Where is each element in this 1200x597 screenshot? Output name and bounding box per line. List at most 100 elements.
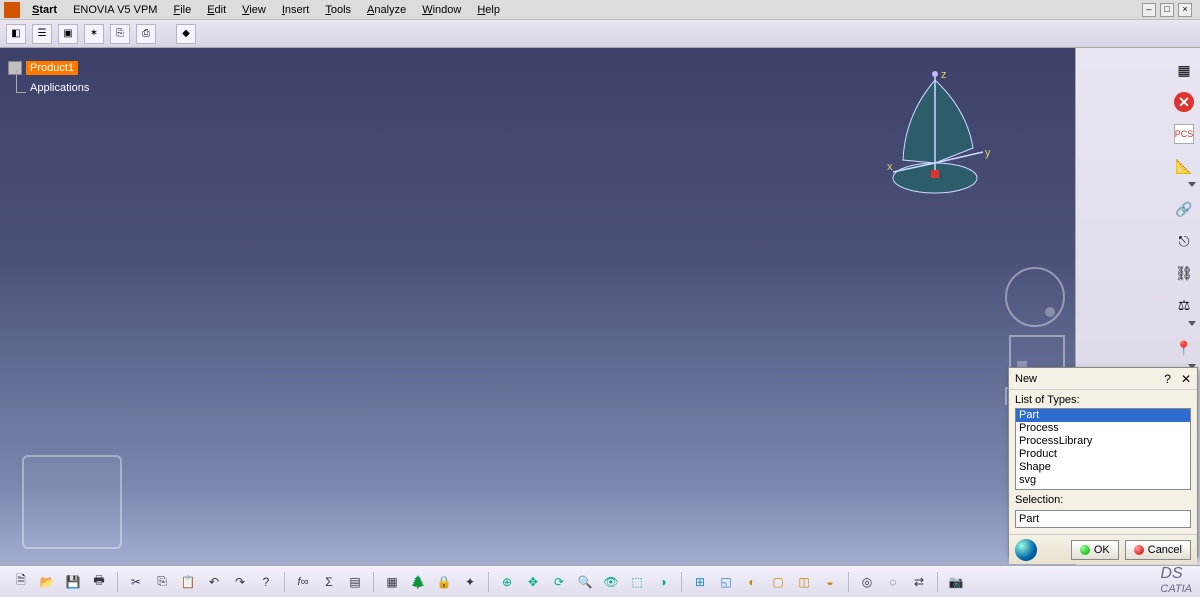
open-icon[interactable]: 📂 [36,571,58,593]
menu-tools[interactable]: ToolsTools [317,2,359,18]
grid-icon[interactable]: ▦ [381,571,403,593]
stop-icon[interactable]: ✕ [1174,92,1194,112]
cancel-dot-icon [1134,545,1144,555]
hlr-icon[interactable]: ◫ [793,571,815,593]
selection-input[interactable] [1015,510,1191,528]
menu-edit[interactable]: EditEdit [199,2,234,18]
axis-y-label: y [985,147,991,159]
compass[interactable]: z y x [865,60,1015,210]
spec-tree: Product1 Applications [8,58,89,94]
iso-icon[interactable]: ◱ [715,571,737,593]
dropdown-icon-2[interactable] [1188,321,1196,326]
ok-dot-icon [1080,545,1090,555]
menu-window[interactable]: WindowWindow [414,2,469,18]
lock-icon[interactable]: 🔒 [433,571,455,593]
product-icon [8,61,22,75]
chain-icon[interactable]: ⛓ [1174,263,1194,283]
tool-icon-5[interactable]: ⎘ [110,24,130,44]
tool-icon-7[interactable]: ◆ [176,24,196,44]
link-icon[interactable]: 🔗 [1174,199,1194,219]
zoom-window-icon[interactable]: ⬚ [626,571,648,593]
menu-view[interactable]: ViewView [234,2,274,18]
ds-catia-logo: DSCATIA [1160,565,1192,595]
dialog-titlebar[interactable]: New ? ✕ [1009,368,1197,390]
measure-icon[interactable]: 📐 [1174,156,1194,176]
tool-icon-6[interactable]: ⎙ [136,24,156,44]
wireframe-icon[interactable]: ▢ [767,571,789,593]
axis-z-label: z [941,69,947,81]
new-icon[interactable]: 🗎 [10,571,32,593]
material-icon[interactable]: ◒ [819,571,841,593]
menu-start[interactable]: SStarttart [24,2,65,18]
list-item[interactable]: Part [1016,409,1190,422]
cut-icon[interactable]: ✂ [125,571,147,593]
menu-file[interactable]: FileFile [165,2,199,18]
shading-icon[interactable]: ◐ [741,571,763,593]
ok-button[interactable]: OK [1071,540,1119,560]
window-close-icon[interactable]: × [1178,3,1192,17]
tool-icon-2[interactable]: ☰ [32,24,52,44]
table-icon[interactable]: ▤ [344,571,366,593]
bottom-toolbar: 🗎 📂 💾 🖶 ✂ ⎘ 📋 ↶ ↷ ? f∞ Σ ▤ ▦ 🌲 🔒 ✦ ⊕ ✥ ⟳… [0,565,1200,597]
types-listbox[interactable]: Part Process ProcessLibrary Product Shap… [1015,408,1191,490]
window-minimize-icon[interactable]: – [1142,3,1156,17]
redo-icon[interactable]: ↷ [229,571,251,593]
pcs-icon[interactable]: PCS [1174,124,1194,144]
fx-icon[interactable]: f∞ [292,571,314,593]
print-icon[interactable]: 🖶 [88,571,110,593]
hide-icon[interactable]: ◌ [882,571,904,593]
tool-icon-1[interactable]: ◧ [6,24,26,44]
selection-label: Selection: [1015,494,1191,506]
thumbnail-preview[interactable] [22,455,122,549]
undo-icon[interactable]: ↶ [203,571,225,593]
dropdown-icon[interactable] [1188,182,1196,187]
sigma-icon[interactable]: Σ [318,571,340,593]
menu-insert[interactable]: InsertInsert [274,2,318,18]
nav-sphere-icon[interactable] [1005,267,1065,327]
menu-enovia[interactable]: ENOVIA V5 VPM [65,2,165,18]
balance-icon[interactable]: ⚖ [1174,295,1194,315]
new-dialog: New ? ✕ List of Types: Part Process Proc… [1008,367,1198,557]
menu-help[interactable]: HelpHelp [469,2,508,18]
top-toolbar: ◧ ☰ ▣ ✶ ⎘ ⎙ ◆ [0,20,1200,48]
camera-icon[interactable]: 📷 [945,571,967,593]
save-icon[interactable]: 💾 [62,571,84,593]
copy-icon[interactable]: ⎘ [151,571,173,593]
list-item[interactable]: Shape [1016,461,1190,474]
render-icon[interactable]: ◎ [856,571,878,593]
normal-view-icon[interactable]: ◑ [652,571,674,593]
list-item[interactable]: svg [1016,474,1190,487]
help-pointer-icon[interactable]: ? [255,571,277,593]
fit-all-icon[interactable]: ⊕ [496,571,518,593]
globe-icon [1015,539,1037,561]
dialog-help-icon[interactable]: ? [1164,372,1171,386]
pan-icon[interactable]: ✥ [522,571,544,593]
axis-icon[interactable]: ✦ [459,571,481,593]
list-item[interactable]: Product [1016,448,1190,461]
look-icon[interactable]: 👁 [600,571,622,593]
list-of-types-label: List of Types: [1015,394,1191,406]
app-switcher-icon[interactable]: ▦ [1174,60,1194,80]
tree-applications[interactable]: Applications [30,82,89,94]
menu-analyze[interactable]: AnalyzeAnalyze [359,2,414,18]
start-icon [4,2,20,18]
multi-view-icon[interactable]: ⊞ [689,571,711,593]
tree-icon[interactable]: 🌲 [407,571,429,593]
connect-icon[interactable]: ⎋ [1174,231,1194,251]
probe-icon[interactable]: 📍 [1174,338,1194,358]
window-restore-icon[interactable]: □ [1160,3,1174,17]
tool-icon-3[interactable]: ▣ [58,24,78,44]
cancel-button[interactable]: Cancel [1125,540,1191,560]
dialog-title: New [1015,373,1037,385]
viewport-3d[interactable]: Product1 Applications z y x [0,48,1075,565]
dialog-close-icon[interactable]: ✕ [1181,372,1191,386]
tree-product-label: Product1 [26,61,78,75]
list-item[interactable]: ProcessLibrary [1016,435,1190,448]
tree-root-product[interactable]: Product1 [8,58,89,78]
rotate-icon[interactable]: ⟳ [548,571,570,593]
swap-icon[interactable]: ⇄ [908,571,930,593]
tool-icon-4[interactable]: ✶ [84,24,104,44]
list-item[interactable]: Process [1016,422,1190,435]
paste-icon[interactable]: 📋 [177,571,199,593]
zoom-in-icon[interactable]: 🔍 [574,571,596,593]
